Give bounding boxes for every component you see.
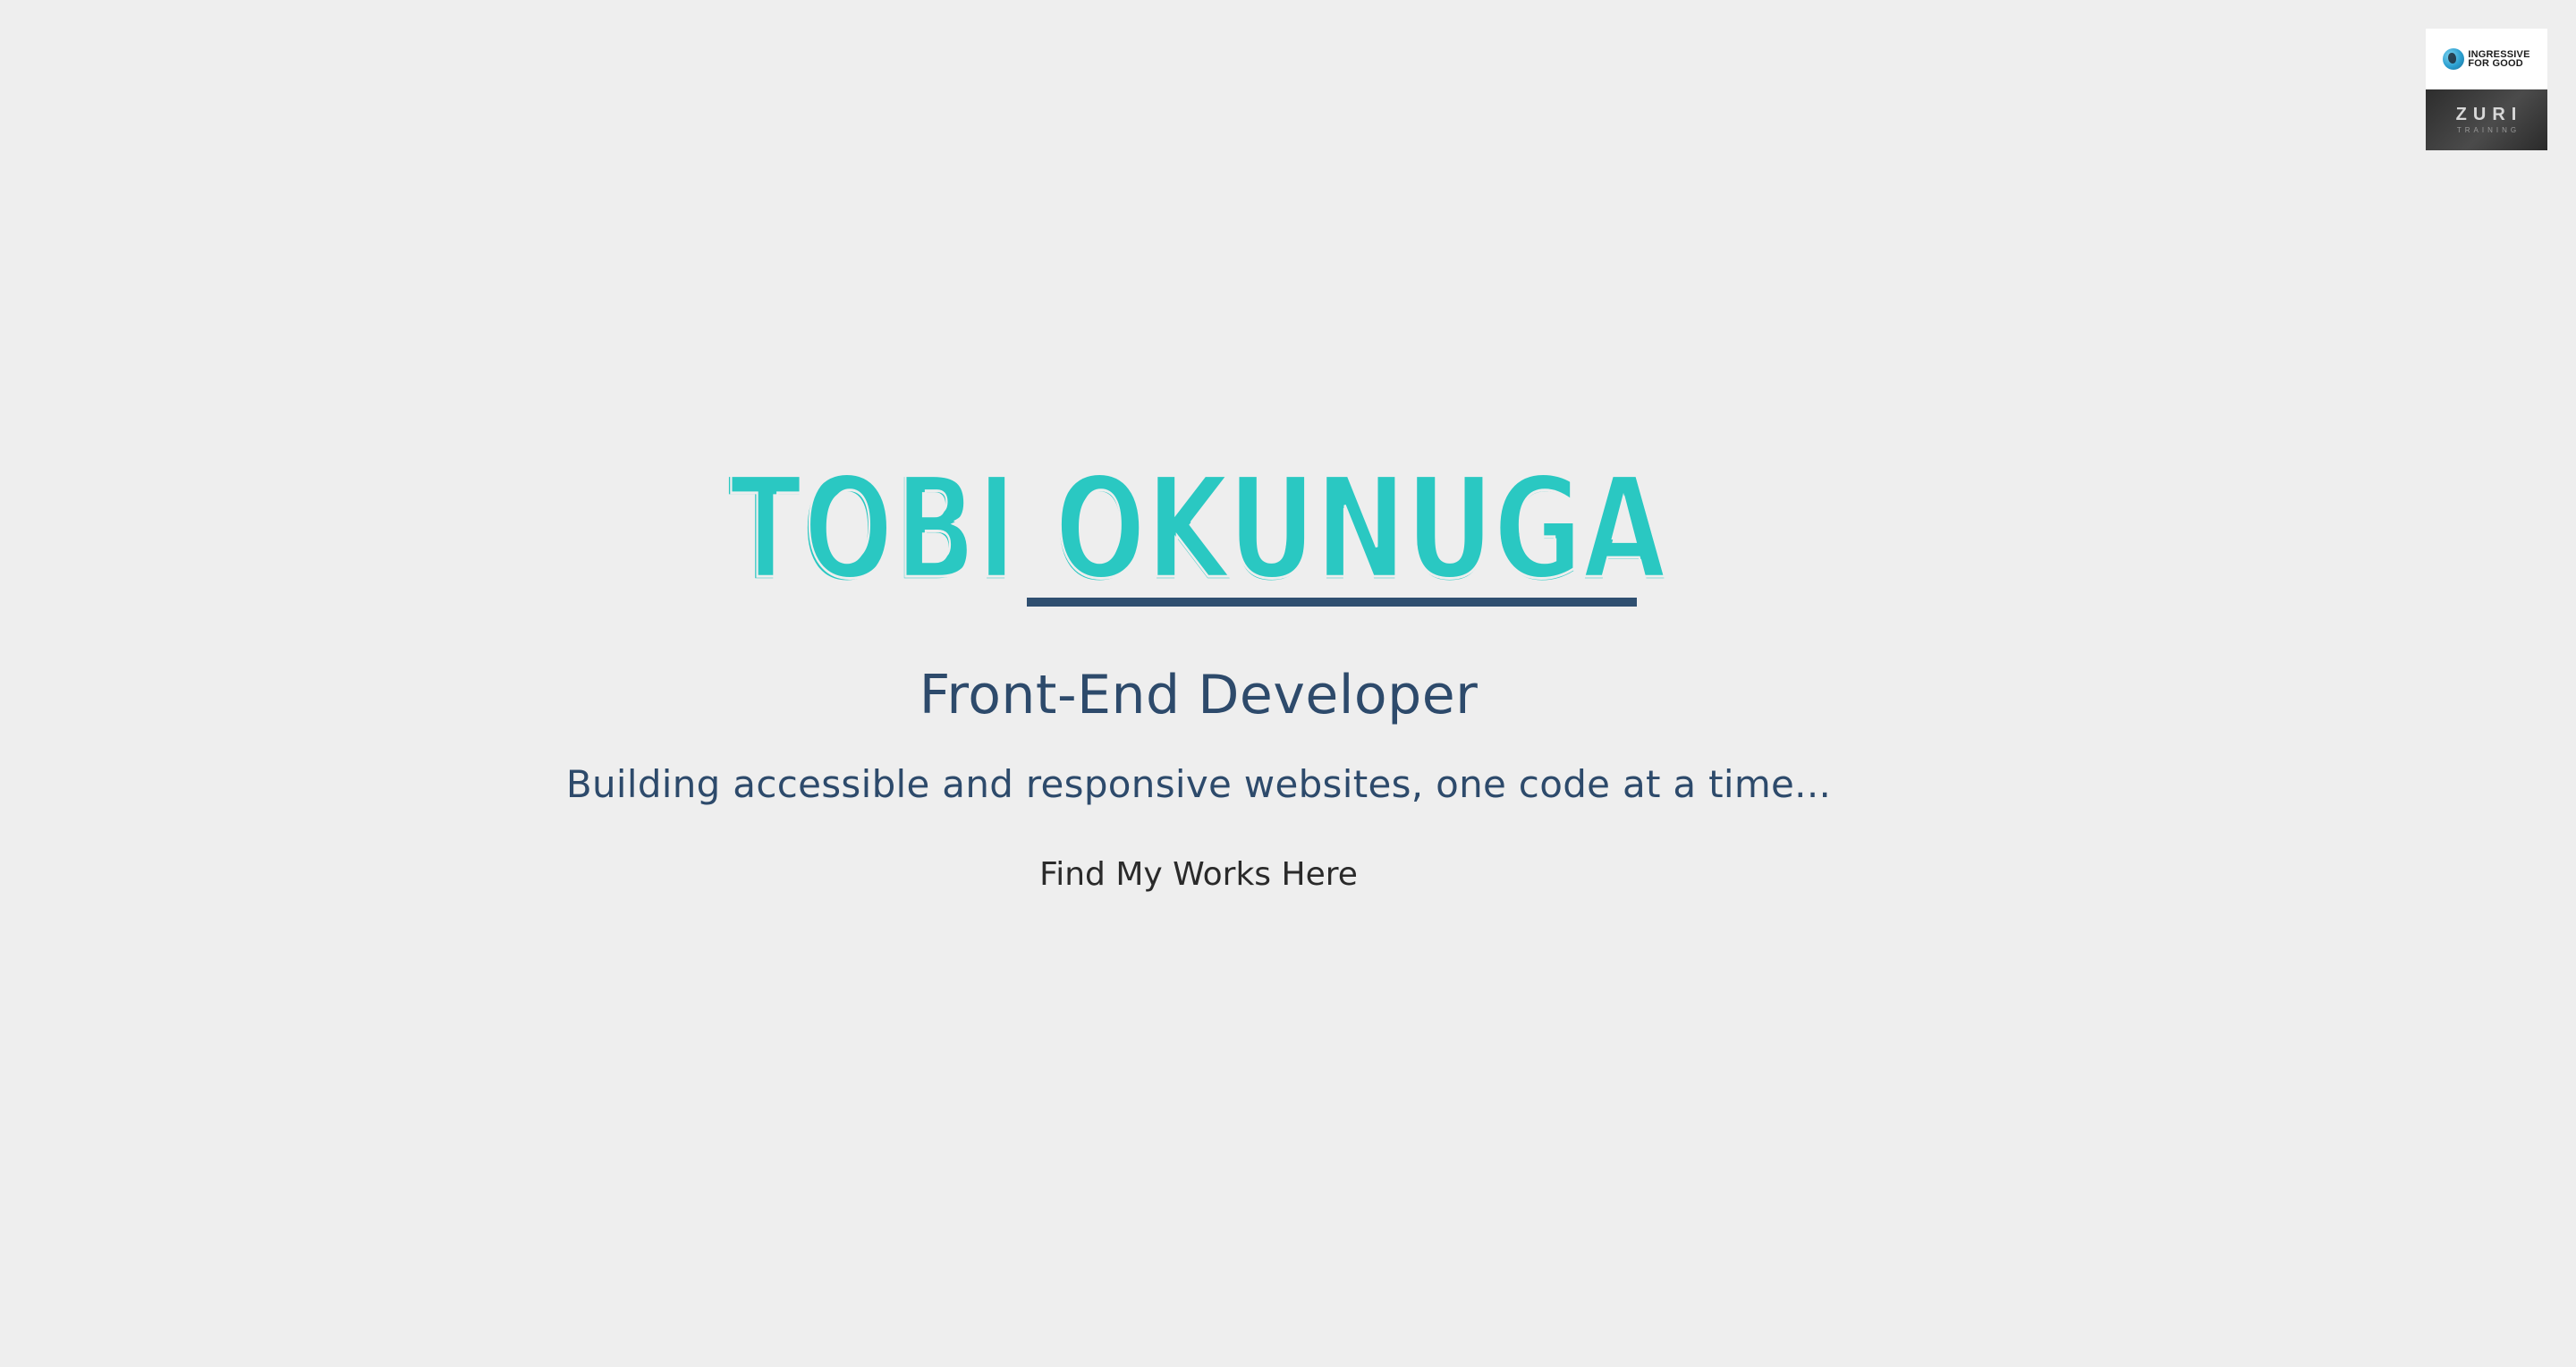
ingressive-for-good-wordmark: INGRESSIVE FOR GOOD — [2468, 50, 2529, 69]
hero-section: TOBI OKUNUGA TOBI OKUNUGA Front-End Deve… — [0, 443, 2397, 893]
tagline: Building accessible and responsive websi… — [565, 762, 1832, 807]
ingressive-for-good-logo: INGRESSIVE FOR GOOD — [2426, 29, 2547, 89]
globe-icon — [2443, 48, 2465, 70]
name-logo: TOBI OKUNUGA TOBI OKUNUGA — [698, 443, 1699, 626]
find-my-works-link[interactable]: Find My Works Here — [1039, 856, 1358, 893]
logo-underline — [1027, 598, 1637, 607]
sponsor-badge: INGRESSIVE FOR GOOD ZURI TRAINING — [2426, 29, 2547, 150]
zuri-wordmark: ZURI — [2455, 104, 2523, 124]
zuri-training-logo: ZURI TRAINING — [2426, 89, 2547, 150]
logo-name-outline: TOBI OKUNUGA — [731, 444, 1665, 610]
page-title: Front-End Developer — [919, 664, 1479, 726]
for-good-label: FOR GOOD — [2468, 58, 2523, 69]
training-label: TRAINING — [2456, 125, 2521, 134]
